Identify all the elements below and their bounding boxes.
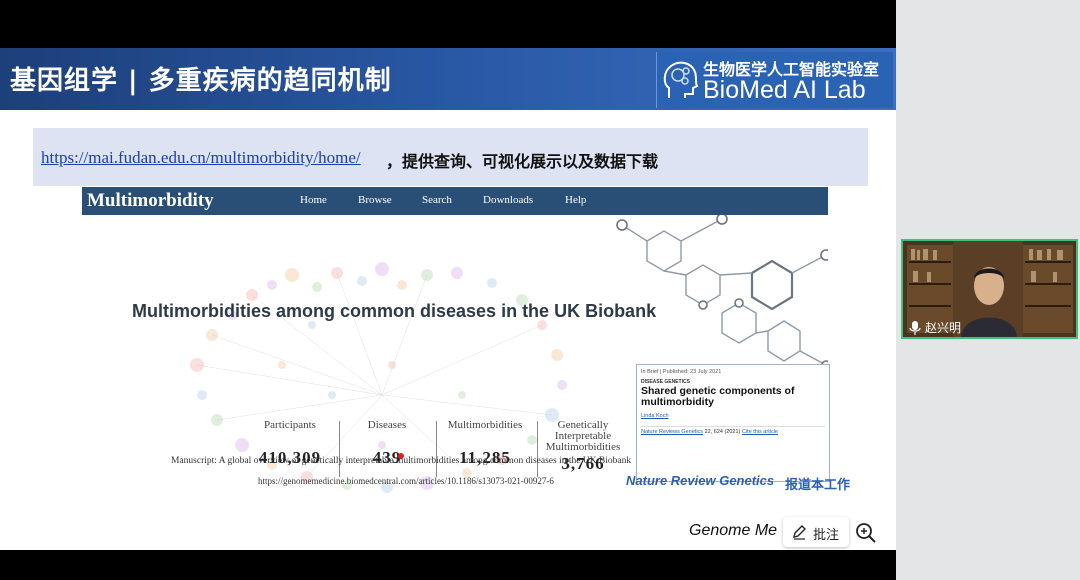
lab-logo: 生物医学人工智能实验室 BioMed AI Lab xyxy=(656,52,893,108)
brain-head-icon xyxy=(663,61,699,98)
paper-author: Linda Koch xyxy=(641,413,669,419)
hero-title: Multimorbidities among common diseases i… xyxy=(132,301,657,321)
cite-link: Cite this article xyxy=(741,429,778,435)
speaker-video-tile[interactable]: 赵兴明 xyxy=(901,239,1078,339)
nav-downloads: Downloads xyxy=(483,194,534,206)
website-logo: Multimorbidity xyxy=(87,190,214,211)
slide-title-bar: 基因组学 | 多重疾病的趋同机制 生物医学人工智能实验室 BioMed AI L… xyxy=(0,48,896,110)
journal-note: 报道本工作 xyxy=(785,478,851,493)
stat-label: Multimorbidities xyxy=(447,419,523,431)
url-banner: https://mai.fudan.edu.cn/multimorbidity/… xyxy=(33,128,868,186)
paper-journal: Nature Reviews Genetics xyxy=(641,429,704,435)
pencil-icon xyxy=(793,525,806,540)
nav-search: Search xyxy=(422,194,452,206)
doi-link: https://genomemedicine.biomedcentral.com… xyxy=(258,476,554,486)
presentation-slide: 基因组学 | 多重疾病的趋同机制 生物医学人工智能实验室 BioMed AI L… xyxy=(0,48,896,550)
annotate-button[interactable]: 批注 xyxy=(783,517,849,547)
stat-label: Participants xyxy=(264,419,316,431)
stat-label: Diseases xyxy=(367,419,407,431)
annotate-label: 批注 xyxy=(813,528,840,543)
manuscript-caption: Manuscript: A global overview of genetic… xyxy=(171,456,632,466)
paper-volume: 22, 624 (2021) xyxy=(704,429,741,435)
journal-name: Nature Review Genetics xyxy=(626,473,775,488)
paper-header: In Brief | Published: 23 July 2021 xyxy=(641,369,722,375)
zoom-in-icon[interactable] xyxy=(853,520,879,546)
nav-home: Home xyxy=(300,194,327,206)
stat-label: Genetically Interpretable Multimorbiditi… xyxy=(545,419,621,453)
paper-citation: Nature Reviews Genetics 22, 624 (2021) C… xyxy=(641,426,825,435)
paper-title: Shared genetic components of multimorbid… xyxy=(641,385,795,408)
stat-divider xyxy=(537,421,538,477)
lab-name-english: BioMed AI Lab xyxy=(703,76,866,104)
stat-divider xyxy=(436,421,437,477)
slide-title: 基因组学 | 多重疾病的趋同机制 xyxy=(10,66,392,96)
microphone-icon xyxy=(909,321,921,335)
multimorbidity-url-link[interactable]: https://mai.fudan.edu.cn/multimorbidity/… xyxy=(41,148,361,168)
website-navbar: Multimorbidity Home Browse Search Downlo… xyxy=(82,187,828,215)
nav-help: Help xyxy=(565,194,587,206)
paper-clipping: In Brief | Published: 23 July 2021 DISEA… xyxy=(636,364,830,482)
shared-screen: 基因组学 | 多重疾病的趋同机制 生物医学人工智能实验室 BioMed AI L… xyxy=(0,0,896,580)
speaker-name: 赵兴明 xyxy=(925,321,962,335)
nav-browse: Browse xyxy=(358,194,392,206)
footer-journal-text: Genome Me xyxy=(689,522,778,539)
url-description: ，提供查询、可视化展示以及数据下载 xyxy=(386,152,659,171)
stat-divider xyxy=(339,421,340,477)
